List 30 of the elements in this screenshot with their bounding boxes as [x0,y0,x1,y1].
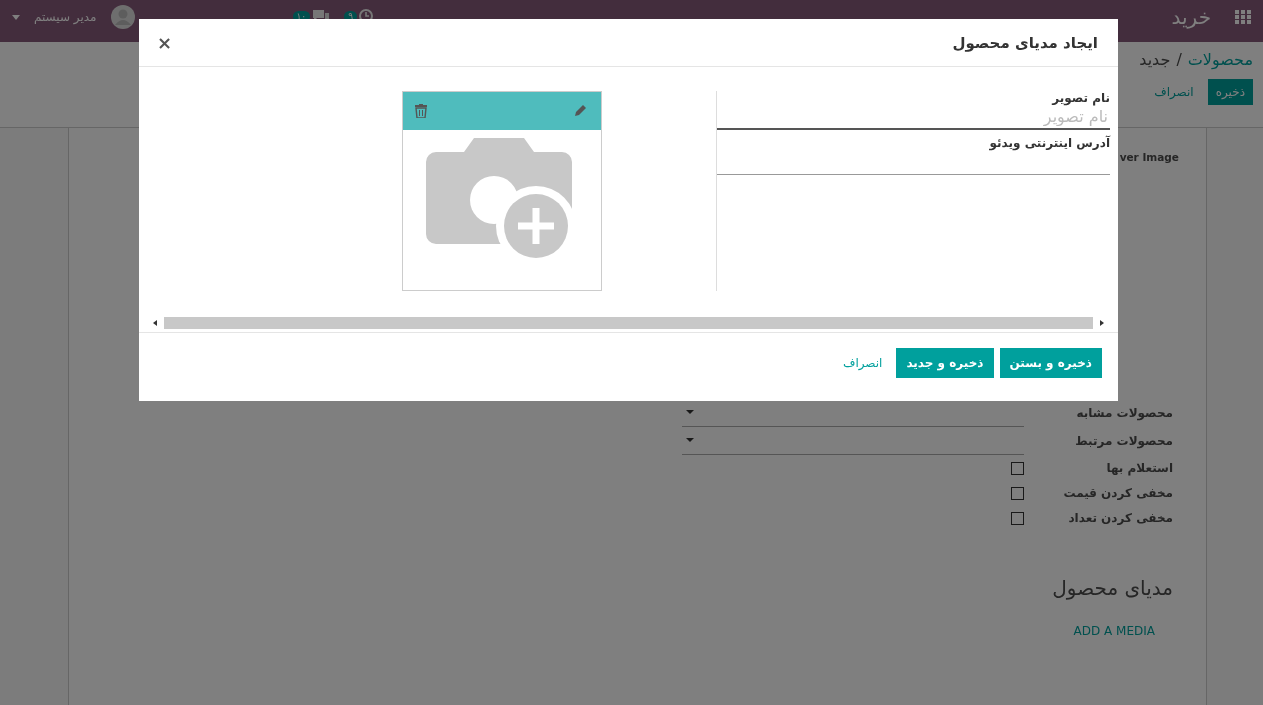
field-label: محصولات مرتبط [1074,434,1173,448]
app-name: خرید [1171,5,1211,29]
checkbox[interactable] [1011,486,1024,500]
avatar-icon [110,5,135,29]
discard-button[interactable]: انصراف [1146,79,1202,105]
user-menu[interactable]: مدیر سیستم [34,10,97,24]
save-button[interactable]: ذخیره و جدید [896,348,994,378]
breadcrumb-current: جدید [1139,50,1171,69]
dialog-title: ایجاد مدیای محصول [952,33,1098,52]
checkbox[interactable] [1011,511,1024,525]
field-label: محصولات مشابه [1075,406,1173,420]
trash-icon[interactable] [414,104,427,118]
caret-icon [12,14,20,20]
section-heading: مدیای محصول [1051,576,1173,600]
save-button[interactable]: ذخیره [1207,79,1253,105]
save-button[interactable]: ذخیره و بستن [999,348,1102,378]
field-label: استعلام بها [1105,460,1173,475]
edit-icon[interactable] [572,104,587,118]
field-label: مخفی کردن تعداد [1067,510,1173,525]
field-label: نام تصویر [1050,91,1110,105]
field-label: ver Image [1118,151,1179,163]
breadcrumb-separator: / [1176,50,1182,69]
close-button[interactable]: × [151,31,179,54]
add-media-link[interactable]: ADD A MEDIA [1073,624,1155,638]
breadcrumb-link[interactable]: محصولات [1187,50,1253,69]
checkbox[interactable] [1011,461,1024,475]
field-label: مخفی کردن قیمت [1062,485,1173,500]
apps-grid-icon[interactable] [1235,10,1251,24]
discard-button[interactable]: انصراف [834,350,891,376]
field-label: آدرس اینترنتی ویدئو [988,136,1110,150]
